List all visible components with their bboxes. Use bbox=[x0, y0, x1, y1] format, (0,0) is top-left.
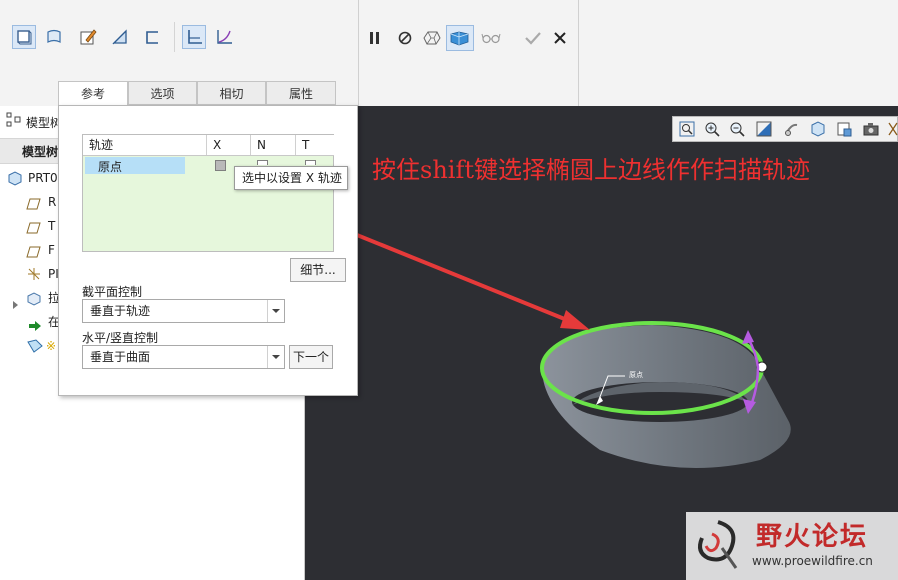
annotation-text: 按住shift键选择椭圆上边线作作扫描轨迹 bbox=[372, 156, 810, 184]
t-trajectory-checkbox[interactable] bbox=[305, 160, 316, 165]
camera-icon[interactable] bbox=[863, 121, 879, 137]
n-trajectory-checkbox[interactable] bbox=[257, 160, 268, 165]
saved-views-icon[interactable] bbox=[836, 121, 852, 137]
section-control-label: 截平面控制 bbox=[82, 285, 143, 299]
hv-control-label: 水平/竖直控制 bbox=[82, 331, 159, 345]
traj-col-n-header: N bbox=[251, 135, 296, 155]
zoom-fit-icon[interactable] bbox=[679, 121, 695, 137]
traj-row-label: 原点 bbox=[98, 160, 123, 174]
datum-display-icon[interactable] bbox=[887, 121, 898, 137]
section-control-value: 垂直于轨迹 bbox=[90, 304, 151, 318]
trajectory-table: 轨迹 X N T 原点 bbox=[82, 134, 334, 252]
chevron-down-icon bbox=[267, 300, 284, 322]
traj-row-selected[interactable]: 原点 bbox=[85, 157, 185, 174]
display-style-icon[interactable] bbox=[810, 121, 826, 137]
section-control-select[interactable]: 垂直于轨迹 bbox=[82, 299, 285, 323]
view-toolbar bbox=[672, 116, 898, 142]
next-button[interactable]: 下一个 bbox=[289, 345, 333, 369]
table-divider bbox=[83, 155, 334, 156]
traj-col-t-header: T bbox=[296, 135, 334, 155]
hv-control-value: 垂直于曲面 bbox=[90, 350, 151, 364]
tooltip: 选中以设置 X 轨迹 bbox=[234, 166, 348, 190]
traj-col-header: 轨迹 bbox=[83, 135, 207, 155]
hv-control-select[interactable]: 垂直于曲面 bbox=[82, 345, 285, 369]
watermark-url: www.proewildfire.cn bbox=[752, 554, 873, 568]
watermark-title: 野火论坛 bbox=[756, 522, 869, 552]
model-origin-label: 原点 bbox=[629, 371, 643, 379]
watermark: 野火论坛 www.proewildfire.cn bbox=[686, 512, 898, 580]
forum-logo-icon bbox=[698, 520, 738, 569]
zoom-in-icon[interactable] bbox=[704, 121, 720, 137]
spin-icon[interactable] bbox=[783, 121, 799, 137]
details-button[interactable]: 细节... bbox=[290, 258, 346, 282]
chevron-down-icon bbox=[267, 346, 284, 368]
x-trajectory-checkbox[interactable] bbox=[215, 160, 226, 171]
repaint-icon[interactable] bbox=[756, 121, 772, 137]
zoom-out-icon[interactable] bbox=[729, 121, 745, 137]
traj-col-x-header: X bbox=[207, 135, 251, 155]
